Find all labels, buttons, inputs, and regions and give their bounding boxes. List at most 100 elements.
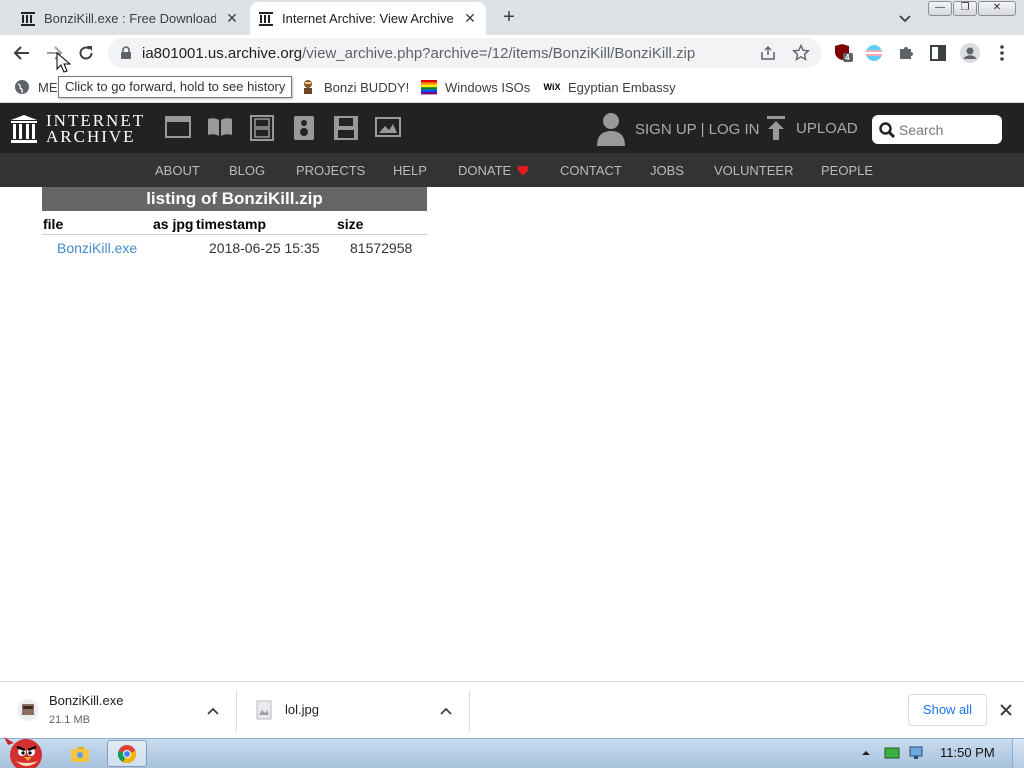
extensions-puzzle-icon[interactable]: [896, 43, 916, 63]
extension-badge: 4: [845, 53, 850, 62]
signup-label: SIGN UP | LOG IN: [635, 120, 760, 138]
tab-close-icon[interactable]: ✕: [462, 10, 478, 26]
ia-search-box[interactable]: [872, 115, 1002, 144]
address-bar[interactable]: ia801001.us.archive.org/view_archive.php…: [108, 38, 822, 68]
nav-jobs[interactable]: JOBS: [650, 163, 684, 178]
browser-toolbar: ia801001.us.archive.org/view_archive.php…: [0, 35, 1024, 71]
nav-projects[interactable]: PROJECTS: [296, 163, 365, 178]
show-all-button[interactable]: Show all: [908, 694, 987, 726]
nav-donate[interactable]: DONATE: [458, 163, 529, 178]
col-header-file: file: [43, 216, 64, 232]
download-size: 21.1 MB: [49, 714, 90, 726]
bookmark-egyptian-embassy[interactable]: WiX Egyptian Embassy: [544, 78, 676, 96]
tab-close-icon[interactable]: ✕: [224, 10, 240, 26]
tray-network-icon[interactable]: [908, 745, 924, 761]
start-button-angry-bird-icon[interactable]: [2, 731, 50, 768]
windows-taskbar: 11:50 PM: [0, 737, 1024, 768]
col-header-size: size: [337, 216, 364, 232]
ia-search-input[interactable]: [899, 119, 997, 140]
bookmark-label: Bonzi BUDDY!: [324, 79, 410, 95]
download-filename: lol.jpg: [285, 702, 319, 717]
close-window-button[interactable]: ✕: [978, 1, 1016, 16]
upload-arrow-icon: [767, 116, 785, 140]
tab-title: BonziKill.exe : Free Download,: [44, 11, 216, 26]
share-icon[interactable]: [760, 45, 776, 66]
cell-size: 81572958: [350, 240, 413, 256]
ia-header: INTERNET ARCHIVE SIGN UP | LOG IN UPLOAD: [0, 103, 1024, 153]
tab-search-chevron-icon[interactable]: [896, 9, 914, 27]
show-desktop-button[interactable]: [1012, 739, 1024, 768]
url-host: ia801001.us.archive.org: [142, 45, 303, 62]
nav-blog[interactable]: BLOG: [229, 163, 265, 178]
archive-favicon-icon: [258, 11, 274, 27]
close-icon[interactable]: [997, 701, 1015, 719]
pride-extension-icon[interactable]: [864, 43, 884, 63]
ublock-extension-icon[interactable]: 4: [834, 43, 854, 63]
forward-tooltip: Click to go forward, hold to see history: [58, 76, 293, 98]
tab-view-archive[interactable]: Internet Archive: View Archive ✕: [250, 2, 486, 35]
taskbar-explorer-icon[interactable]: [60, 740, 100, 767]
tray-expand-arrow-icon[interactable]: [860, 745, 872, 761]
logo-line2: ARCHIVE: [46, 127, 136, 146]
lock-icon[interactable]: [120, 46, 132, 65]
minimize-button[interactable]: —: [928, 1, 952, 16]
tab-bonzikill-download[interactable]: BonziKill.exe : Free Download, ✕: [14, 2, 248, 35]
tray-battery-icon[interactable]: [884, 745, 900, 761]
side-panel-icon[interactable]: [928, 43, 948, 63]
download-item-lol-jpg[interactable]: lol.jpg: [236, 682, 469, 739]
reload-icon[interactable]: [76, 43, 96, 63]
software-floppy-icon[interactable]: [333, 115, 361, 141]
signup-login-link[interactable]: SIGN UP | LOG IN: [596, 112, 759, 146]
profile-avatar-icon[interactable]: [960, 43, 980, 63]
taskbar-chrome-icon[interactable]: [107, 740, 147, 767]
file-link-bonzikill-exe[interactable]: BonziKill.exe: [57, 240, 137, 256]
nav-contact[interactable]: CONTACT: [560, 163, 622, 178]
chevron-up-icon[interactable]: [206, 704, 220, 718]
person-icon: [597, 113, 625, 146]
url-text[interactable]: ia801001.us.archive.org/view_archive.php…: [142, 45, 695, 62]
tab-strip: BonziKill.exe : Free Download, ✕ Interne…: [0, 0, 1024, 35]
col-header-timestamp: timestamp: [196, 216, 267, 232]
cell-timestamp: 2018-06-25 15:35: [209, 240, 320, 256]
exe-file-icon: [17, 699, 39, 721]
texts-book-icon[interactable]: [206, 115, 234, 141]
nav-help[interactable]: HELP: [393, 163, 427, 178]
chevron-up-icon[interactable]: [439, 704, 453, 718]
mouse-cursor-icon: [56, 51, 72, 79]
upload-link[interactable]: UPLOAD: [766, 115, 858, 141]
header-divider: [42, 234, 427, 235]
new-tab-button[interactable]: +: [498, 7, 520, 29]
menu-kebab-icon[interactable]: [992, 43, 1012, 63]
nav-donate-label: DONATE: [458, 163, 512, 178]
back-arrow-icon[interactable]: [12, 43, 32, 63]
taskbar-clock[interactable]: 11:50 PM: [940, 745, 995, 760]
windows-icon: [421, 79, 437, 95]
ia-logo[interactable]: INTERNET ARCHIVE: [10, 112, 145, 146]
nav-about[interactable]: ABOUT: [155, 163, 200, 178]
nav-people[interactable]: PEOPLE: [821, 163, 873, 178]
bookmark-star-icon[interactable]: [791, 43, 811, 67]
bookmark-label: Windows ISOs: [445, 79, 531, 95]
bonzi-icon: [300, 79, 316, 95]
download-filename: BonziKill.exe: [49, 693, 124, 708]
nav-volunteer[interactable]: VOLUNTEER: [714, 163, 793, 178]
images-photo-icon[interactable]: [375, 115, 403, 141]
bookmark-label: ME: [38, 79, 58, 95]
audio-speaker-icon[interactable]: [292, 115, 320, 141]
image-file-icon: [256, 700, 272, 720]
web-icon[interactable]: [165, 115, 193, 141]
tab-title: Internet Archive: View Archive: [282, 11, 454, 26]
download-separator: [469, 690, 470, 731]
archive-listing: listing of BonziKill.zip file as jpg tim…: [42, 187, 427, 256]
bookmark-label: Egyptian Embassy: [568, 79, 676, 95]
col-header-as-jpg: as jpg: [153, 216, 194, 232]
url-path: /view_archive.php?archive=/12/items/Bonz…: [302, 45, 696, 62]
video-film-icon[interactable]: [249, 115, 277, 141]
restore-button[interactable]: ❐: [953, 1, 977, 16]
ia-nav: ABOUT BLOG PROJECTS HELP DONATE CONTACT …: [0, 153, 1024, 187]
bookmark-windows-isos[interactable]: Windows ISOs: [421, 78, 530, 96]
bookmark-me[interactable]: ME: [14, 78, 58, 96]
search-icon: [879, 122, 895, 138]
bookmark-bonzi-buddy[interactable]: Bonzi BUDDY!: [300, 78, 409, 96]
globe-icon: [14, 79, 30, 95]
